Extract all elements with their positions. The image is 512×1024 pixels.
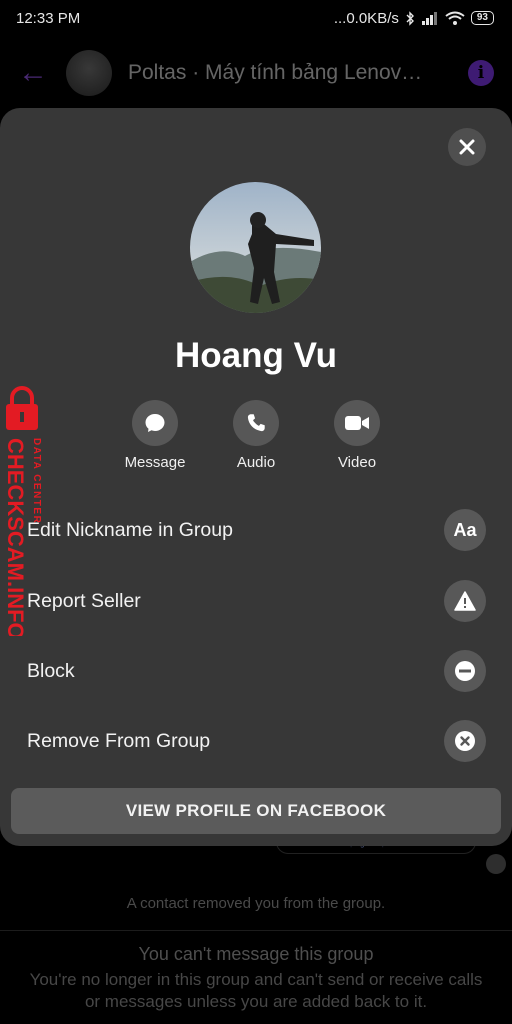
signal-icon bbox=[421, 12, 437, 25]
menu-report-seller[interactable]: Report Seller bbox=[0, 571, 512, 631]
status-icons: ...0.0KB/s 93 bbox=[334, 10, 494, 27]
text-format-glyph: Aa bbox=[453, 519, 477, 540]
profile-sheet: Hoang Vu Message Audio Video Edit Nickna… bbox=[0, 108, 512, 846]
chat-header: ← Poltas · Máy tính bảng Lenovo... i bbox=[0, 44, 512, 102]
wifi-icon bbox=[445, 11, 465, 25]
remove-icon[interactable] bbox=[444, 720, 486, 762]
seen-avatar bbox=[486, 854, 506, 874]
menu-block[interactable]: Block bbox=[0, 641, 512, 701]
battery-icon: 93 bbox=[470, 11, 494, 25]
message-label: Message bbox=[124, 454, 186, 471]
phone-icon[interactable] bbox=[233, 400, 279, 446]
back-arrow-icon[interactable]: ← bbox=[18, 56, 58, 90]
removed-notice: A contact removed you from the group. bbox=[126, 895, 386, 912]
audio-label: Audio bbox=[236, 454, 276, 471]
audio-action[interactable]: Audio bbox=[216, 400, 296, 471]
view-profile-on-facebook-button[interactable]: VIEW PROFILE ON FACEBOOK bbox=[11, 788, 501, 834]
menu-label: Remove From Group bbox=[27, 729, 211, 752]
message-bubble-icon[interactable] bbox=[132, 400, 178, 446]
checkscam-watermark: CHECKSCAM.INFO DATA CENTER bbox=[0, 386, 60, 640]
menu-remove-from-group[interactable]: Remove From Group bbox=[0, 711, 512, 771]
profile-photo[interactable] bbox=[190, 182, 321, 313]
watermark-subtext: DATA CENTER bbox=[31, 438, 42, 524]
video-camera-icon[interactable] bbox=[334, 400, 380, 446]
message-action[interactable]: Message bbox=[115, 400, 195, 471]
chat-title[interactable]: Poltas · Máy tính bảng Lenovo... bbox=[128, 61, 428, 85]
menu-label: Block bbox=[27, 659, 75, 682]
close-button[interactable] bbox=[448, 128, 486, 166]
network-speed: ...0.0KB/s bbox=[333, 9, 399, 27]
video-label: Video bbox=[337, 454, 377, 471]
bluetooth-icon bbox=[406, 10, 414, 26]
cant-message-title: You can't message this group bbox=[138, 944, 374, 964]
text-format-icon[interactable]: Aa bbox=[444, 509, 486, 551]
close-icon bbox=[459, 139, 475, 155]
warning-icon[interactable] bbox=[444, 580, 486, 622]
group-avatar[interactable] bbox=[66, 50, 112, 96]
divider bbox=[0, 930, 512, 931]
status-bar: 12:33 PM ...0.0KB/s 93 bbox=[0, 0, 512, 36]
profile-name: Hoang Vu bbox=[174, 336, 338, 375]
cant-message-body: You're no longer in this group and can't… bbox=[29, 970, 483, 1011]
info-icon[interactable]: i bbox=[468, 60, 494, 86]
watermark-text: CHECKSCAM.INFO bbox=[3, 438, 28, 636]
block-icon[interactable] bbox=[444, 650, 486, 692]
menu-edit-nickname[interactable]: Edit Nickname in Group Aa bbox=[0, 500, 512, 560]
status-time: 12:33 PM bbox=[16, 9, 81, 27]
video-action[interactable]: Video bbox=[317, 400, 397, 471]
